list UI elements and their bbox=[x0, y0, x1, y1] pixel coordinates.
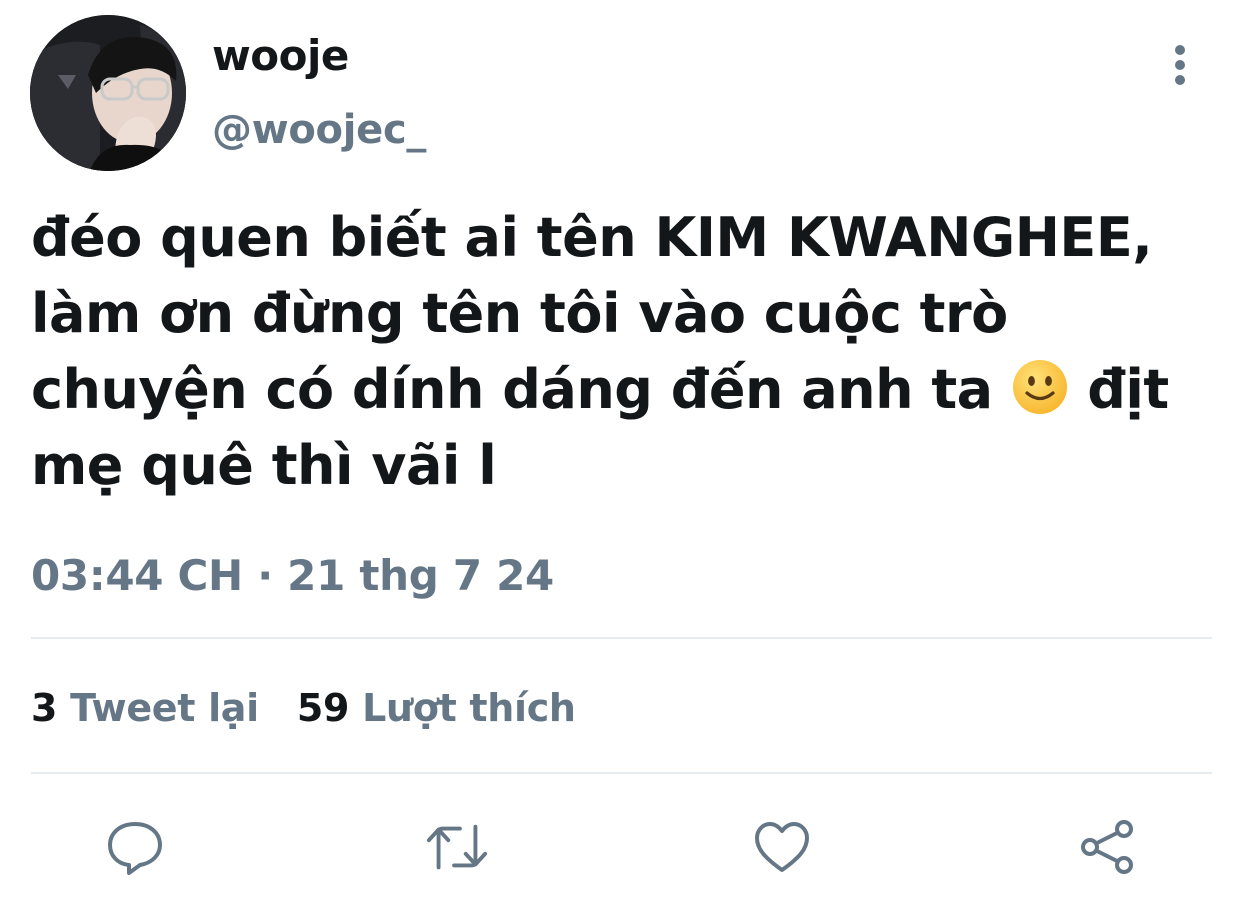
likes-count: 59 bbox=[296, 686, 350, 730]
like-button[interactable] bbox=[750, 815, 814, 879]
retweets-stat[interactable]: 3 Tweet lại bbox=[31, 686, 259, 730]
more-vertical-icon bbox=[1175, 45, 1185, 85]
likes-stat[interactable]: 59 Lượt thích bbox=[297, 686, 576, 730]
share-icon bbox=[1081, 820, 1133, 874]
display-name[interactable]: wooje bbox=[212, 32, 349, 80]
tweet-stats: 3 Tweet lại 59 Lượt thích bbox=[31, 684, 576, 732]
user-handle[interactable]: @woojec_ bbox=[212, 106, 426, 154]
reply-icon bbox=[108, 822, 162, 875]
tweet-text-part-1: đéo quen biết ai tên KIM KWANGHEE, làm ơ… bbox=[31, 206, 1153, 421]
retweet-button[interactable] bbox=[425, 815, 489, 879]
retweet-icon bbox=[426, 824, 488, 870]
reply-button[interactable] bbox=[103, 815, 167, 879]
share-button[interactable] bbox=[1076, 815, 1140, 879]
retweets-label: Tweet lại bbox=[70, 686, 259, 730]
likes-label: Lượt thích bbox=[362, 686, 576, 730]
tweet-text: đéo quen biết ai tên KIM KWANGHEE, làm ơ… bbox=[31, 200, 1231, 504]
more-options-button[interactable] bbox=[1160, 40, 1200, 90]
avatar[interactable] bbox=[30, 15, 186, 171]
tweet-timestamp[interactable]: 03:44 CH · 21 thg 7 24 bbox=[31, 550, 554, 602]
heart-icon bbox=[755, 822, 809, 872]
divider-top bbox=[31, 637, 1212, 639]
avatar-image bbox=[30, 15, 186, 171]
retweets-count: 3 bbox=[31, 686, 58, 730]
slightly-smiling-face-emoji bbox=[1011, 358, 1069, 416]
divider-bottom bbox=[31, 772, 1212, 774]
